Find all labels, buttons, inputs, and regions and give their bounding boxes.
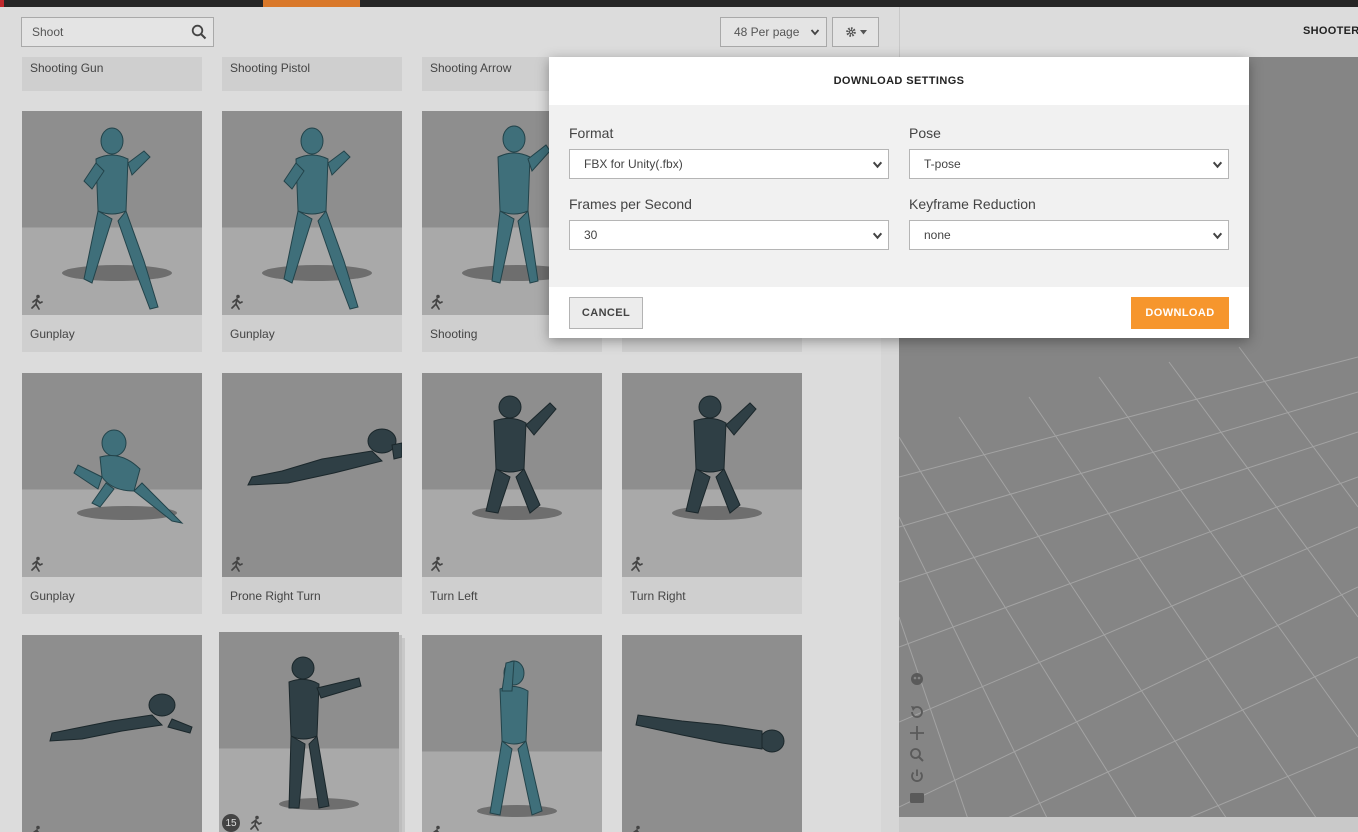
viewer-footer xyxy=(899,817,1358,832)
search-icon[interactable] xyxy=(191,24,207,40)
search-input[interactable] xyxy=(22,18,182,46)
animation-thumbnail xyxy=(22,635,202,832)
card-title: Turn Left xyxy=(430,589,478,603)
pose-field: Pose T-pose xyxy=(909,125,1229,179)
fps-field: Frames per Second 30 xyxy=(569,196,889,250)
card-title: Shooting Pistol xyxy=(230,61,311,75)
animation-card[interactable]: Shooting Pistol xyxy=(222,57,402,91)
per-page-select[interactable]: 48 Per page xyxy=(720,17,827,47)
card-title: Turn Right xyxy=(630,589,686,603)
animation-thumbnail xyxy=(222,373,402,577)
running-figure-icon xyxy=(231,294,243,310)
settings-button[interactable] xyxy=(832,17,879,47)
animation-thumbnail xyxy=(622,373,802,577)
card-title: Shooting Gun xyxy=(30,61,104,75)
animation-card[interactable] xyxy=(22,635,202,832)
dialog-body: Format FBX for Unity(.fbx) Pose T-pose F… xyxy=(549,105,1249,287)
skeleton-icon[interactable] xyxy=(909,672,925,688)
running-figure-icon xyxy=(250,815,262,831)
browse-toolbar: 48 Per page xyxy=(0,7,899,57)
gear-icon xyxy=(845,27,856,37)
active-tab-indicator xyxy=(263,0,360,7)
per-page-value: 48 Per page xyxy=(734,25,800,39)
chevron-down-icon xyxy=(872,161,883,169)
format-field: Format FBX for Unity(.fbx) xyxy=(569,125,889,179)
running-figure-icon xyxy=(231,556,243,572)
pack-count-badge: 15 xyxy=(222,814,240,832)
animation-thumbnail xyxy=(422,373,602,577)
animation-card[interactable]: Gunplay xyxy=(222,111,402,352)
search-box xyxy=(21,17,214,47)
card-title: Gunplay xyxy=(30,589,75,603)
animation-card[interactable]: Gunplay xyxy=(22,373,202,614)
caret-down-icon xyxy=(859,29,867,34)
cancel-button[interactable]: CANCEL xyxy=(569,297,643,329)
running-figure-icon xyxy=(632,825,640,832)
keyframe-select[interactable]: none xyxy=(909,220,1229,250)
running-figure-icon xyxy=(431,556,443,572)
keyframe-label: Keyframe Reduction xyxy=(909,196,1036,212)
running-figure-icon xyxy=(31,294,43,310)
chevron-down-icon xyxy=(1212,232,1223,240)
animation-card[interactable]: Shooting Gun xyxy=(22,57,202,91)
chevron-down-icon xyxy=(1212,161,1223,169)
card-title: Prone Right Turn xyxy=(230,589,321,603)
fps-label: Frames per Second xyxy=(569,196,692,212)
dialog-footer: CANCEL DOWNLOAD xyxy=(549,287,1249,338)
animation-card[interactable] xyxy=(622,635,802,832)
viewer-title: SHOOTER xyxy=(1303,25,1358,37)
keyframe-field: Keyframe Reduction none xyxy=(909,196,1229,250)
top-bar xyxy=(0,0,1358,30)
running-figure-icon xyxy=(431,294,443,310)
rotate-icon[interactable] xyxy=(909,704,925,720)
download-settings-dialog: DOWNLOAD SETTINGS Format FBX for Unity(.… xyxy=(549,57,1249,338)
pose-label: Pose xyxy=(909,125,941,141)
animation-thumbnail: 15 xyxy=(219,632,399,832)
camera-icon[interactable] xyxy=(909,789,925,805)
download-button[interactable]: DOWNLOAD xyxy=(1131,297,1229,329)
fps-select[interactable]: 30 xyxy=(569,220,889,250)
running-figure-icon xyxy=(31,556,43,572)
keyframe-value: none xyxy=(924,228,951,242)
chevron-down-icon xyxy=(872,232,883,240)
card-title: Shooting xyxy=(430,327,478,341)
animation-card[interactable]: Turn Right xyxy=(622,373,802,614)
animation-card[interactable]: Prone Right Turn xyxy=(222,373,402,614)
animation-thumbnail xyxy=(422,635,602,832)
animation-card[interactable] xyxy=(422,635,602,832)
move-icon[interactable] xyxy=(909,725,925,741)
viewer-header: SHOOTER xyxy=(899,7,1358,57)
card-title: Shooting Arrow xyxy=(430,61,512,75)
dialog-title: DOWNLOAD SETTINGS xyxy=(833,75,965,87)
zoom-icon[interactable] xyxy=(909,747,925,763)
animation-pack-card[interactable]: 15 xyxy=(219,632,399,832)
format-value: FBX for Unity(.fbx) xyxy=(584,157,683,171)
animation-card[interactable]: Turn Left xyxy=(422,373,602,614)
animation-card[interactable]: Gunplay xyxy=(22,111,202,352)
card-title: Gunplay xyxy=(30,327,75,341)
fps-value: 30 xyxy=(584,228,598,242)
animation-thumbnail xyxy=(22,111,202,315)
running-figure-icon xyxy=(432,825,440,832)
chevron-down-icon xyxy=(810,29,820,36)
running-figure-icon xyxy=(631,556,643,572)
running-figure-icon xyxy=(32,825,40,832)
power-icon[interactable] xyxy=(909,768,925,784)
animation-thumbnail xyxy=(222,111,402,315)
animation-thumbnail xyxy=(22,373,202,577)
animation-thumbnail xyxy=(622,635,802,832)
card-title: Gunplay xyxy=(230,327,275,341)
pose-value: T-pose xyxy=(924,157,961,171)
pose-select[interactable]: T-pose xyxy=(909,149,1229,179)
format-label: Format xyxy=(569,125,614,141)
format-select[interactable]: FBX for Unity(.fbx) xyxy=(569,149,889,179)
